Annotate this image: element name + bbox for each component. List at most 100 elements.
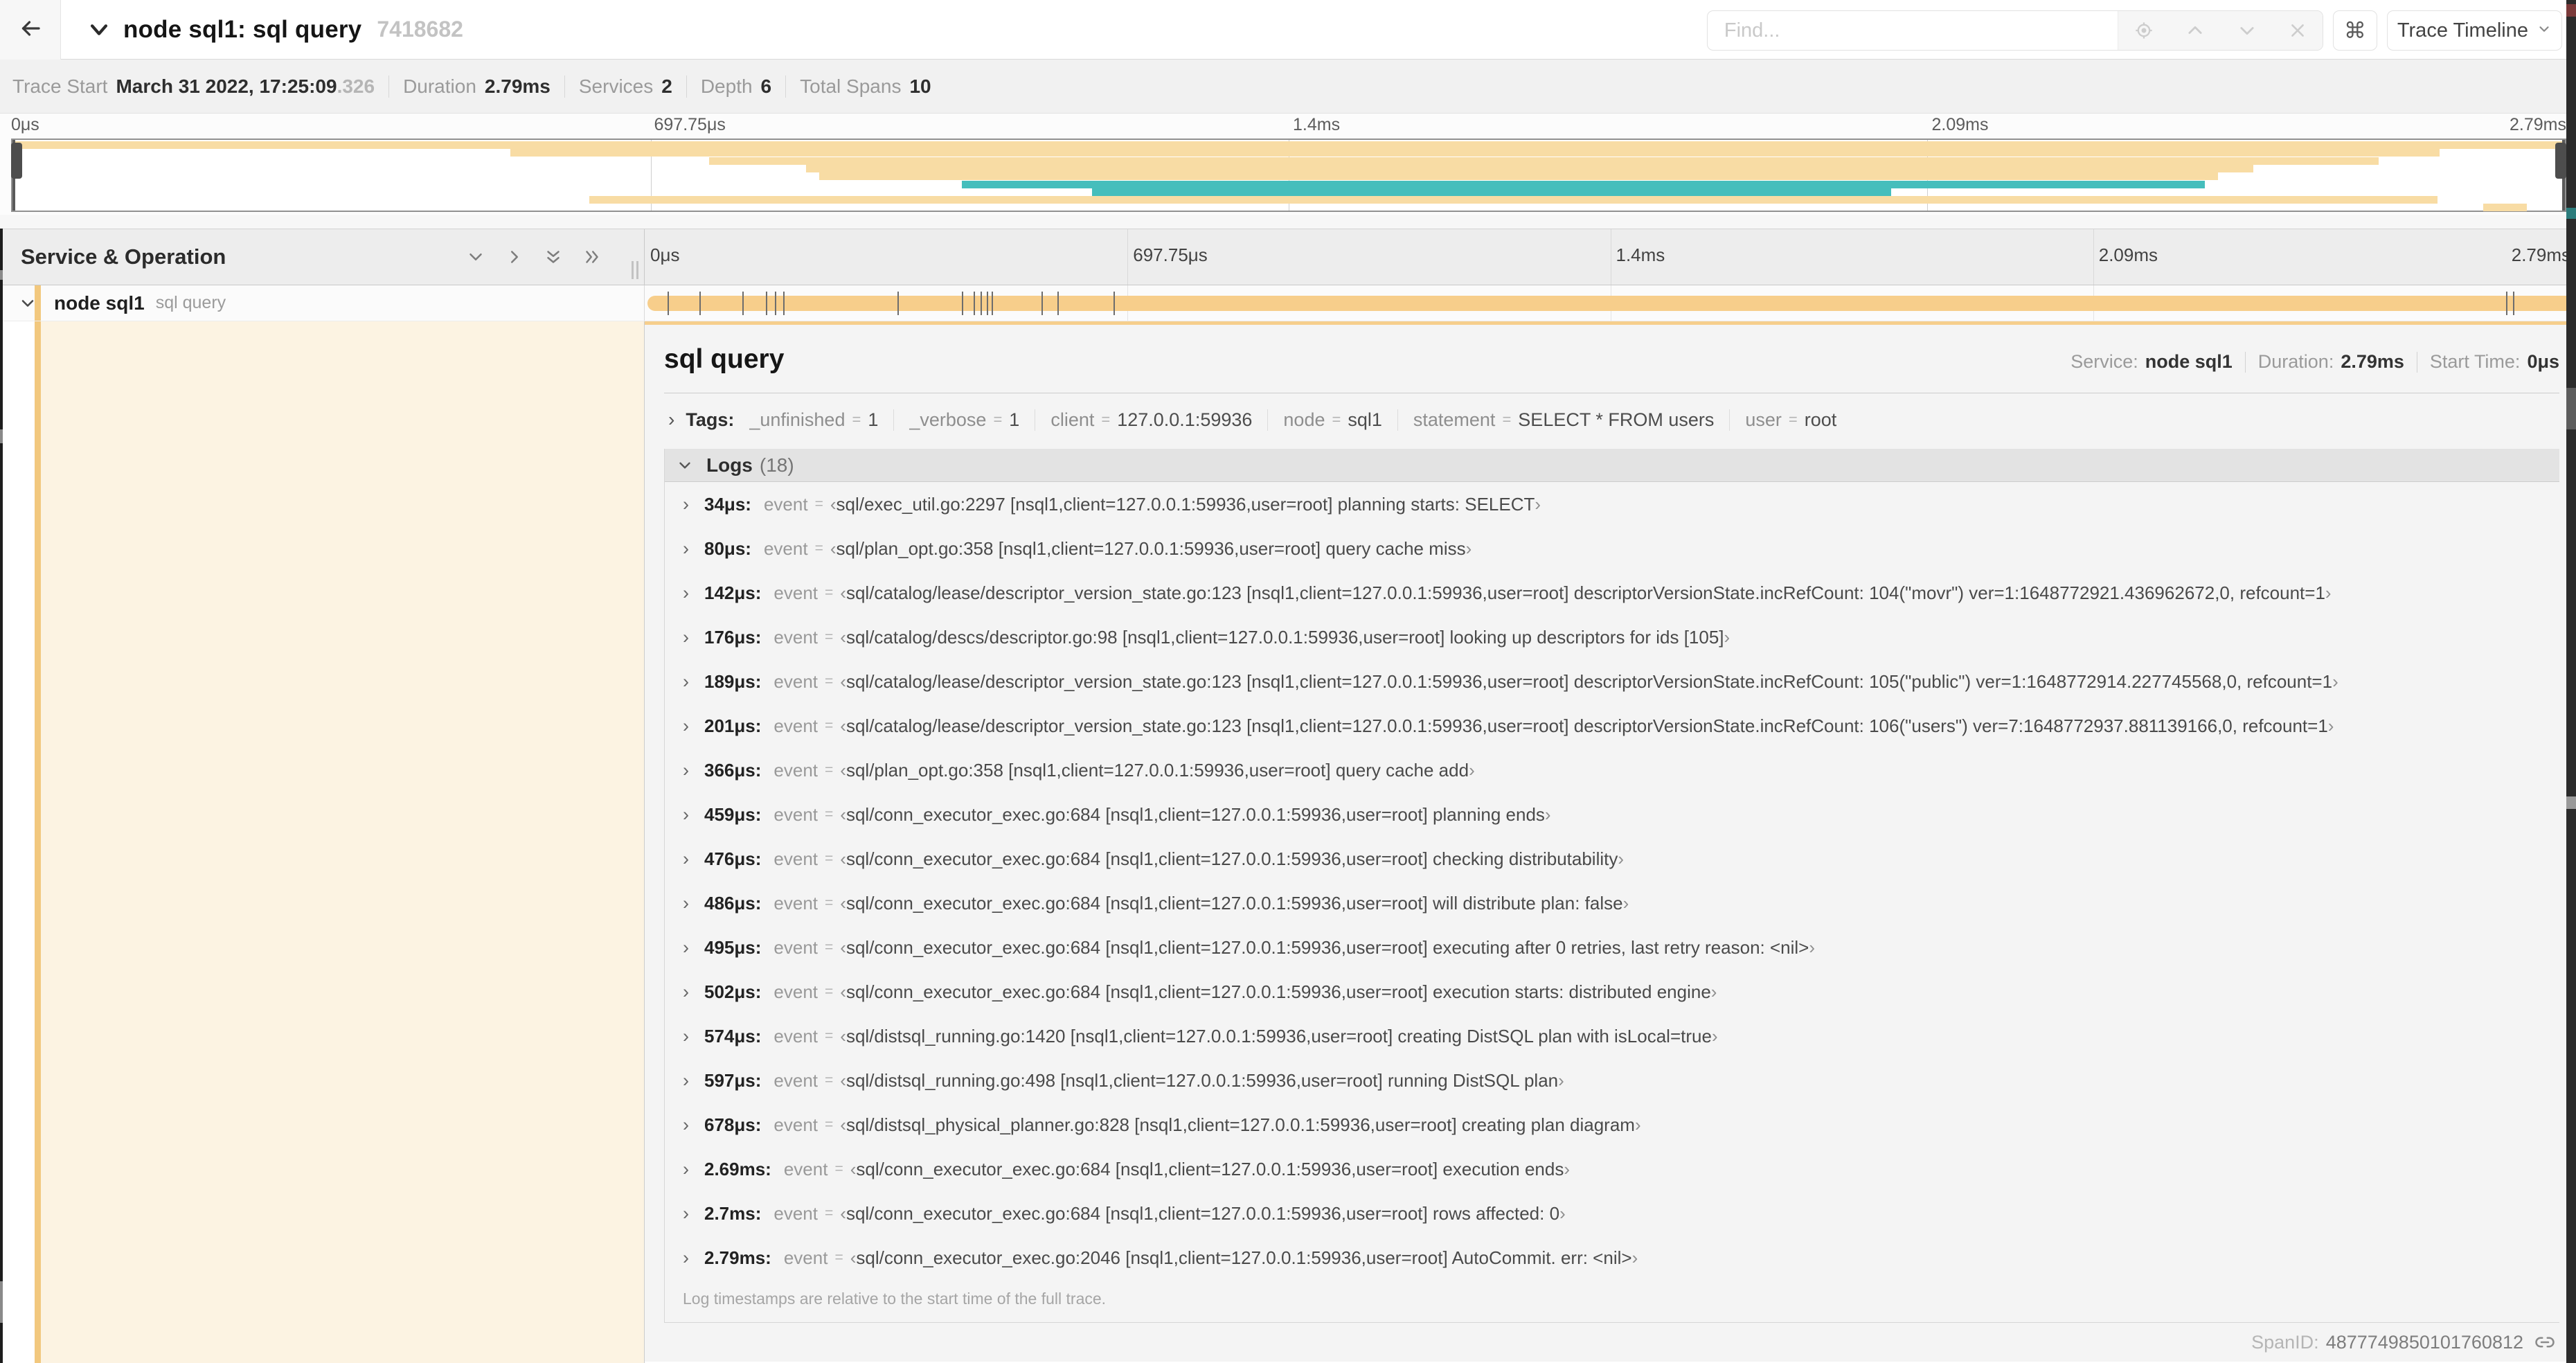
collapse-one-icon[interactable] (465, 247, 486, 267)
find-box (1706, 10, 2323, 51)
log-equals: = (825, 673, 834, 689)
summary-value-suffix: .326 (337, 75, 375, 97)
log-entry[interactable]: › 2.7ms: event = ‹sql/conn_executor_exec.go:… (665, 1191, 2559, 1236)
log-entry[interactable]: › 495μs: event = ‹sql/conn_executor_exec.go:… (665, 925, 2559, 970)
log-equals: = (834, 1249, 843, 1265)
left-edge-window-sliver (0, 229, 3, 1363)
log-expand-icon: › (683, 981, 689, 1002)
service-color-bar (35, 285, 41, 321)
column-resize-handle[interactable] (632, 261, 638, 279)
span-duration-bar[interactable] (647, 296, 2573, 311)
trace-summary-bar: Trace Start March 31 2022, 17:25:09.326 Du… (0, 60, 2576, 114)
service-value: node sql1 (2145, 351, 2233, 372)
find-clear-icon[interactable] (2289, 21, 2307, 39)
log-field-value: ‹sql/distsql_physical_planner.go:828 [ns… (840, 1114, 1641, 1135)
log-entry[interactable]: › 366μs: event = ‹sql/plan_opt.go:358 [nsql1… (665, 748, 2559, 792)
close-quote: › (1724, 626, 1730, 648)
close-quote: › (1469, 759, 1475, 781)
find-next-icon[interactable] (2237, 21, 2257, 40)
close-quote: › (1558, 1069, 1564, 1091)
log-equals: = (825, 895, 834, 911)
detail-title-row: sql query Service: node sql1 Duration: 2… (664, 325, 2559, 375)
find-prev-icon[interactable] (2185, 21, 2205, 40)
log-entry[interactable]: › 476μs: event = ‹sql/conn_executor_exec.go:… (665, 837, 2559, 881)
log-field-value: ‹sql/conn_executor_exec.go:684 [nsql1,cl… (850, 1158, 1571, 1179)
open-quote: ‹ (840, 1202, 846, 1224)
log-marker (774, 292, 776, 315)
timeline-tick-label: 2.09ms (2098, 244, 2158, 265)
minimap-left-handle[interactable] (11, 140, 22, 211)
open-quote: ‹ (840, 1069, 846, 1091)
close-quote: › (2325, 582, 2332, 603)
tag-equals: = (852, 411, 861, 428)
collapse-all-icon[interactable] (543, 247, 564, 267)
log-field-key: event (773, 848, 819, 869)
expand-one-icon[interactable] (504, 247, 525, 267)
find-icon-group (2117, 11, 2323, 50)
log-timestamp: 366μs: (704, 759, 762, 781)
log-entry[interactable]: › 201μs: event = ‹sql/catalog/lease/descript… (665, 704, 2559, 748)
minimap-right-handle[interactable] (2555, 140, 2566, 211)
log-entries: › 34μs: event = ‹sql/exec_util.go:2297 [nsql… (665, 482, 2559, 1280)
expand-all-icon[interactable] (582, 247, 602, 267)
find-input[interactable] (1707, 11, 2118, 50)
log-timestamp: 2.79ms: (704, 1247, 771, 1268)
span-bar-track[interactable] (645, 285, 2576, 321)
close-quote: › (1631, 1247, 1638, 1268)
close-quote: › (1465, 537, 1472, 559)
tags-expand-icon[interactable]: › (668, 409, 674, 431)
span-row-name-column: node sql1 sql query (0, 285, 645, 321)
log-entry[interactable]: › 34μs: event = ‹sql/exec_util.go:2297 [nsql… (665, 482, 2559, 526)
log-entry[interactable]: › 142μs: event = ‹sql/catalog/lease/descript… (665, 571, 2559, 615)
right-edge-window-sliver (2566, 0, 2576, 1363)
log-entry[interactable]: › 2.79ms: event = ‹sql/conn_executor_exec.go… (665, 1236, 2559, 1280)
summary-divider (686, 75, 687, 98)
log-expand-icon: › (683, 670, 689, 692)
logs-count: (18) (759, 454, 794, 476)
log-field-value: ‹sql/conn_executor_exec.go:684 [nsql1,cl… (840, 892, 1629, 914)
log-entry[interactable]: › 176μs: event = ‹sql/catalog/descs/descript… (665, 615, 2559, 659)
keyboard-shortcuts-button[interactable]: ⌘ (2332, 10, 2377, 51)
log-entry[interactable]: › 574μs: event = ‹sql/distsql_running.go:142… (665, 1014, 2559, 1058)
log-expand-icon: › (683, 803, 689, 825)
log-entry[interactable]: › 80μs: event = ‹sql/plan_opt.go:358 [nsql1,… (665, 526, 2559, 571)
minimap-span-bar (819, 172, 2218, 181)
view-selector-button[interactable]: Trace Timeline (2386, 10, 2562, 51)
log-entry[interactable]: › 678μs: event = ‹sql/distsql_physical_plann… (665, 1103, 2559, 1147)
log-equals: = (825, 939, 834, 955)
log-expand-icon: › (683, 1114, 689, 1135)
log-field-value: ‹sql/catalog/descs/descriptor.go:98 [nsq… (840, 626, 1730, 648)
deep-link-icon[interactable] (2534, 1332, 2555, 1353)
log-marker (667, 292, 669, 315)
span-row[interactable]: node sql1 sql query (0, 285, 2576, 321)
log-expand-icon: › (683, 582, 689, 603)
log-entry[interactable]: › 486μs: event = ‹sql/conn_executor_exec.go:… (665, 881, 2559, 925)
summary-label: Depth (700, 75, 753, 97)
log-field-key: event (783, 1158, 828, 1179)
log-entry[interactable]: › 2.69ms: event = ‹sql/conn_executor_exec.go… (665, 1147, 2559, 1191)
tag-value: sql1 (1348, 409, 1382, 430)
log-entry[interactable]: › 597μs: event = ‹sql/distsql_running.go:498… (665, 1058, 2559, 1103)
minimap-tick-label: 2.79ms (2510, 115, 2566, 134)
log-entry[interactable]: › 502μs: event = ‹sql/conn_executor_exec.go:… (665, 970, 2559, 1014)
log-field-value: ‹sql/distsql_running.go:498 [nsql1,clien… (840, 1069, 1564, 1091)
back-button[interactable] (0, 0, 61, 60)
collapse-trace-chevron-icon[interactable] (87, 18, 111, 42)
timeline-tick-label: 0μs (650, 244, 680, 265)
log-field-value: ‹sql/exec_util.go:2297 [nsql1,client=127… (830, 493, 1541, 515)
log-entry[interactable]: › 189μs: event = ‹sql/catalog/lease/descript… (665, 659, 2559, 704)
log-equals: = (825, 1116, 834, 1132)
summary-label: Services (578, 75, 654, 97)
log-entry[interactable]: › 459μs: event = ‹sql/conn_executor_exec.go:… (665, 792, 2559, 837)
timeline-tick-label: 1.4ms (1616, 244, 1665, 265)
log-timestamp: 574μs: (704, 1025, 762, 1046)
log-equals: = (825, 1072, 834, 1088)
locate-icon[interactable] (2134, 21, 2154, 40)
log-expand-icon: › (683, 759, 689, 781)
minimap-canvas[interactable] (11, 139, 2566, 212)
log-timestamp: 176μs: (704, 626, 762, 648)
log-marker (1113, 292, 1115, 315)
service-operation-label: Service & Operation (21, 244, 226, 269)
duration-value: 2.79ms (2341, 351, 2404, 372)
logs-header[interactable]: Logs (18) (665, 449, 2559, 482)
